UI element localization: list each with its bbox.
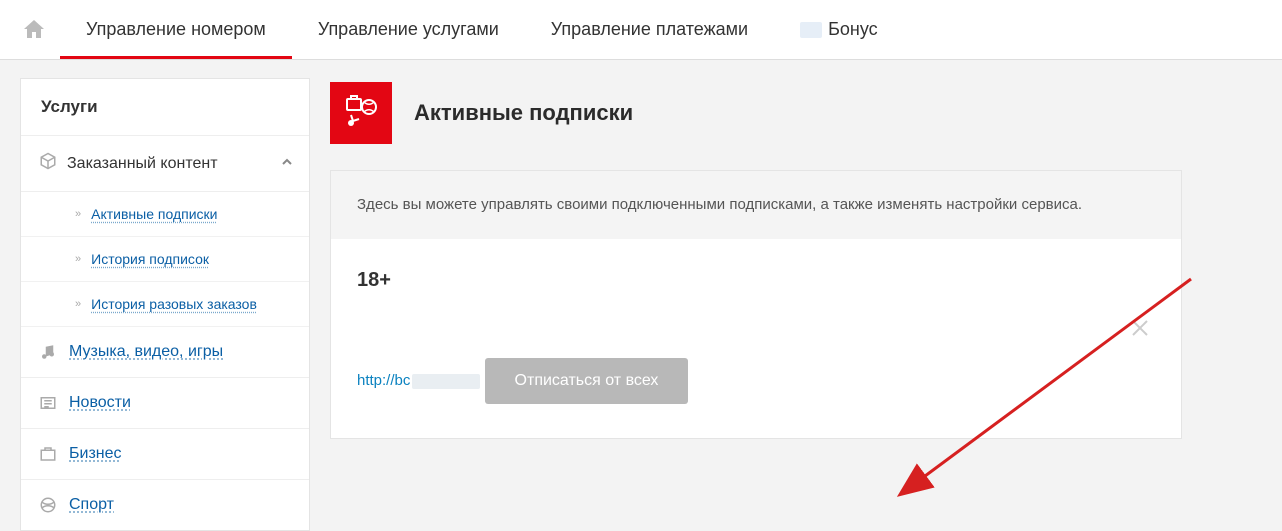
music-icon xyxy=(39,343,57,361)
bullet-icon: » xyxy=(75,208,81,220)
services-tile-icon xyxy=(330,82,392,144)
sidebar-cat-label[interactable]: Бизнес xyxy=(69,445,122,463)
sidebar-cat-music[interactable]: Музыка, видео, игры xyxy=(21,327,309,378)
unsubscribe-all-button[interactable]: Отписаться от всех xyxy=(485,358,689,404)
close-icon[interactable] xyxy=(1129,317,1151,344)
sidebar-header: Услуги xyxy=(21,79,309,136)
page-title: Активные подписки xyxy=(414,100,633,126)
sidebar-group-label: Заказанный контент xyxy=(67,155,218,173)
sidebar-sub-item[interactable]: » Активные подписки xyxy=(21,192,309,237)
nav-tab-manage-services[interactable]: Управление услугами xyxy=(292,1,525,59)
sidebar-cat-label[interactable]: Новости xyxy=(69,394,131,412)
sidebar-cat-label[interactable]: Спорт xyxy=(69,496,114,514)
sidebar-link-order-history[interactable]: История разовых заказов xyxy=(91,296,257,312)
redacted-region xyxy=(412,374,480,389)
sidebar-sub-item[interactable]: » История подписок xyxy=(21,237,309,282)
main-header: Активные подписки xyxy=(330,82,1182,144)
chevron-up-icon xyxy=(281,155,293,173)
sidebar-group-ordered-content[interactable]: Заказанный контент xyxy=(21,136,309,192)
nav-tab-manage-number[interactable]: Управление номером xyxy=(60,1,292,59)
card-body: 18+ http://bc Отписаться от всех xyxy=(331,239,1181,438)
card-intro-text: Здесь вы можете управлять своими подключ… xyxy=(331,171,1181,239)
sidebar-link-active-subs[interactable]: Активные подписки xyxy=(91,206,217,222)
bullet-icon: » xyxy=(75,298,81,310)
nav-tab-label: Бонус xyxy=(828,19,878,40)
business-icon xyxy=(39,445,57,463)
sidebar-cat-label[interactable]: Музыка, видео, игры xyxy=(69,343,223,361)
sidebar-sub-item[interactable]: » История разовых заказов xyxy=(21,282,309,327)
subscription-url-link[interactable]: http://bc xyxy=(357,372,485,389)
main-content: Активные подписки Здесь вы можете управл… xyxy=(330,82,1282,439)
annotation-arrow xyxy=(891,269,1211,509)
sidebar: Услуги Заказанный контент » Активные под… xyxy=(20,78,310,531)
top-nav: Управление номером Управление услугами У… xyxy=(0,0,1282,60)
cube-icon xyxy=(39,152,57,175)
sidebar-cat-sport[interactable]: Спорт xyxy=(21,480,309,530)
subscriptions-card: Здесь вы можете управлять своими подключ… xyxy=(330,170,1182,439)
bonus-badge-icon xyxy=(800,22,822,38)
nav-tab-label: Управление услугами xyxy=(318,19,499,39)
home-icon[interactable] xyxy=(22,18,46,45)
news-icon xyxy=(39,394,57,412)
nav-tab-label: Управление платежами xyxy=(551,19,748,39)
sidebar-link-sub-history[interactable]: История подписок xyxy=(91,251,209,267)
sidebar-cat-business[interactable]: Бизнес xyxy=(21,429,309,480)
bullet-icon: » xyxy=(75,253,81,265)
nav-tab-bonus[interactable]: Бонус xyxy=(774,1,904,59)
subscription-name: 18+ xyxy=(357,269,1155,292)
nav-tab-label: Управление номером xyxy=(86,19,266,39)
nav-tab-manage-payments[interactable]: Управление платежами xyxy=(525,1,774,59)
sidebar-cat-news[interactable]: Новости xyxy=(21,378,309,429)
sport-icon xyxy=(39,496,57,514)
subscription-url-text: http://bc xyxy=(357,372,410,389)
